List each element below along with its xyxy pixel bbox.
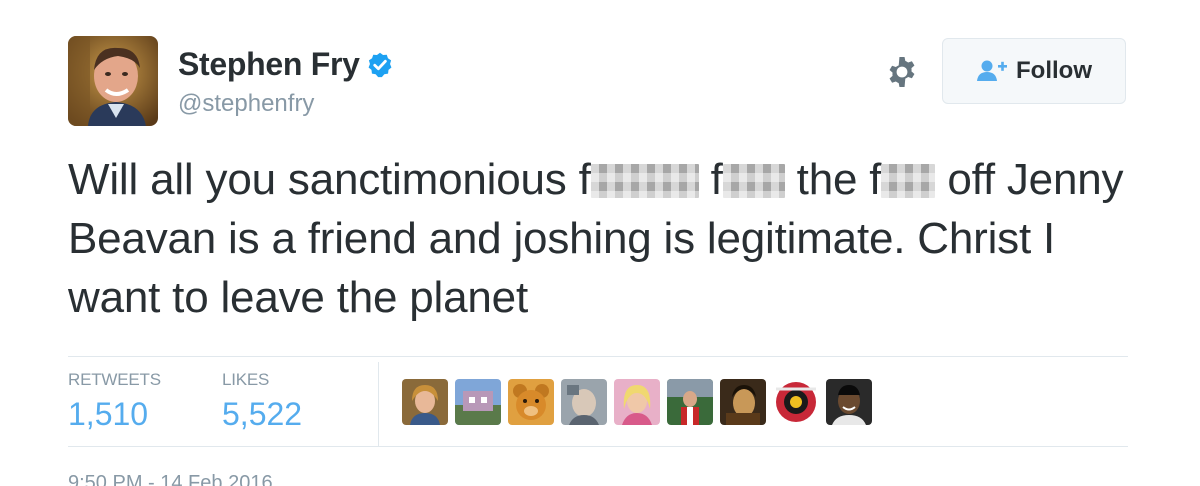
liker-avatar-5[interactable] <box>614 379 660 425</box>
liker-avatar-6[interactable] <box>667 379 713 425</box>
tweet-text: Will all you sanctimonious f f the f off… <box>68 150 1158 327</box>
retweets-stat[interactable]: RETWEETS 1,510 <box>68 370 161 433</box>
divider-top <box>68 356 1128 357</box>
likes-stat[interactable]: LIKES 5,522 <box>222 370 302 433</box>
censored-word-1 <box>590 164 699 198</box>
liker-avatar-4[interactable] <box>561 379 607 425</box>
divider-bottom <box>68 446 1128 447</box>
retweets-label: RETWEETS <box>68 370 161 389</box>
liker-avatar-3[interactable] <box>508 379 554 425</box>
tweet-timestamp[interactable]: 9:50 PM - 14 Feb 2016 <box>68 472 273 486</box>
author-avatar[interactable] <box>68 36 158 126</box>
stats-separator <box>378 362 379 446</box>
liker-avatar-8[interactable] <box>773 379 819 425</box>
tweet-text-part-3: the f <box>784 155 882 204</box>
author-handle[interactable]: @stephenfry <box>178 90 314 118</box>
liker-avatar-7[interactable] <box>720 379 766 425</box>
add-user-icon <box>976 59 1008 83</box>
likes-label: LIKES <box>222 370 270 389</box>
liker-avatar-1[interactable] <box>402 379 448 425</box>
author-display-name[interactable]: Stephen Fry <box>178 46 360 83</box>
follow-button[interactable]: Follow <box>942 38 1126 104</box>
follow-label: Follow <box>1016 57 1092 84</box>
liker-avatar-9[interactable] <box>826 379 872 425</box>
censored-word-2 <box>722 164 785 198</box>
tweet-text-part-1: Will all you sanctimonious f <box>68 155 591 204</box>
liker-avatars <box>402 379 872 425</box>
gear-icon[interactable] <box>884 54 920 90</box>
likes-count[interactable]: 5,522 <box>222 396 302 433</box>
tweet-card: Stephen Fry @stephenfry Follow Will all … <box>0 0 1200 486</box>
author-name-row: Stephen Fry <box>178 46 394 83</box>
verified-badge-icon <box>366 51 394 79</box>
retweets-count[interactable]: 1,510 <box>68 396 161 433</box>
censored-word-3 <box>881 164 936 198</box>
tweet-text-part-2: f <box>710 155 723 204</box>
liker-avatar-2[interactable] <box>455 379 501 425</box>
